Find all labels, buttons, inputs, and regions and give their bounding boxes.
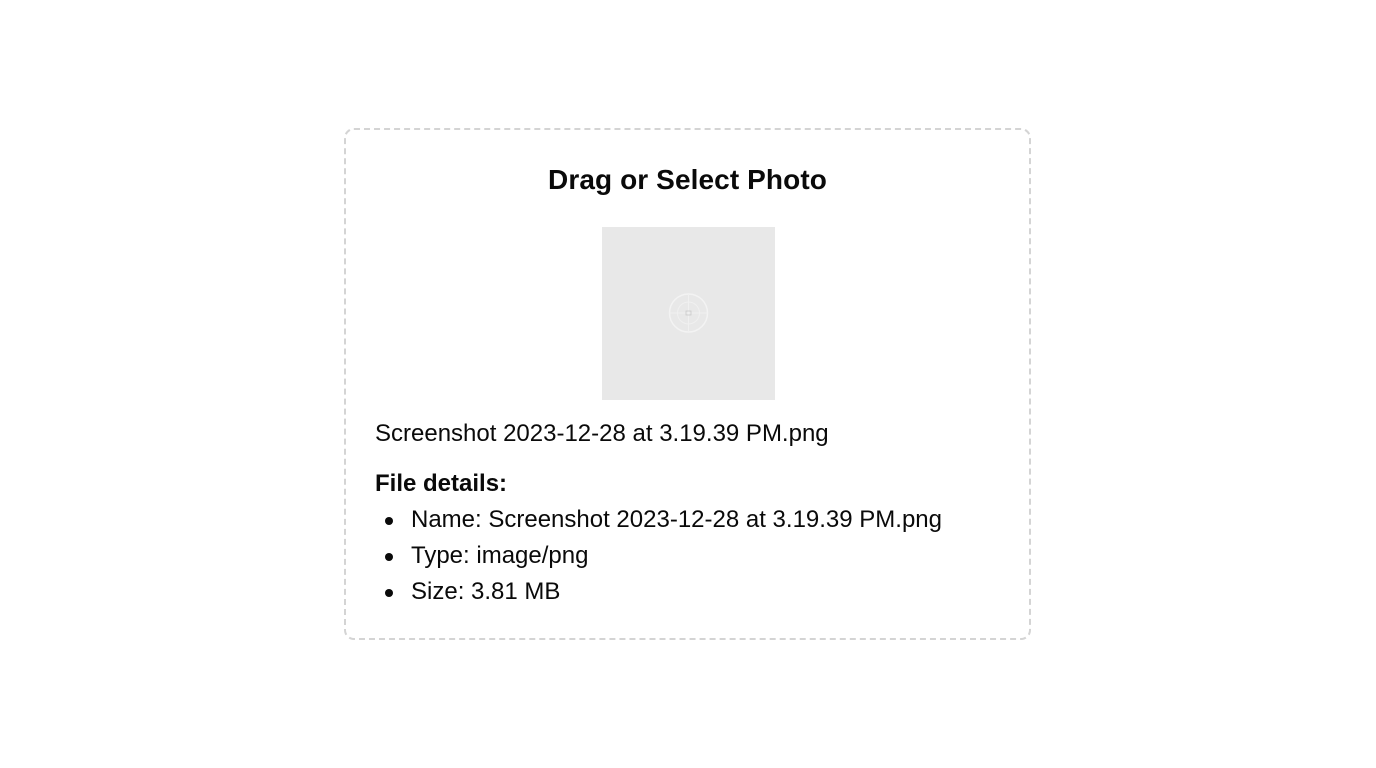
file-detail-type: Type: image/png [375, 542, 942, 578]
bullet-icon [385, 589, 393, 597]
photo-dropzone[interactable]: Drag or Select Photo Screenshot 2023-12-… [344, 128, 1031, 640]
file-details-heading: File details: [375, 470, 508, 497]
file-detail-size: Size: 3.81 MB [375, 578, 942, 614]
file-detail-size-text: Size: 3.81 MB [411, 578, 561, 605]
image-preview [602, 227, 775, 400]
file-detail-name-text: Name: Screenshot 2023-12-28 at 3.19.39 P… [411, 506, 942, 533]
selected-file-name: Screenshot 2023-12-28 at 3.19.39 PM.png [375, 420, 829, 447]
bullet-icon [385, 517, 393, 525]
file-detail-name: Name: Screenshot 2023-12-28 at 3.19.39 P… [375, 506, 942, 542]
image-placeholder-icon [668, 293, 709, 333]
dropzone-title: Drag or Select Photo [548, 164, 827, 195]
file-detail-type-text: Type: image/png [411, 542, 589, 569]
file-details-list: Name: Screenshot 2023-12-28 at 3.19.39 P… [375, 506, 942, 614]
bullet-icon [385, 553, 393, 561]
